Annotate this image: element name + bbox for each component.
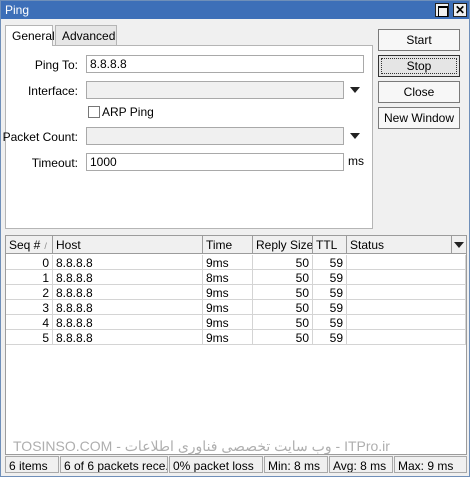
cell-host: 8.8.8.8 [53,285,203,300]
ping-window: Ping ✕ General Advanced Ping To: 8.8.8.8… [0,0,470,477]
stop-button-label: Stop [406,59,432,73]
watermark: TOSINSO.COM - وب سایت تخصصی فناوری اطلاع… [13,438,390,454]
cell-seq: 5 [6,330,53,345]
timeout-label: Timeout: [31,156,78,170]
cell-host: 8.8.8.8 [53,330,203,345]
table-row[interactable]: 0 8.8.8.8 9ms 50 59 [6,255,466,270]
interface-dropdown-icon[interactable] [350,87,360,93]
col-seq-header[interactable]: Seq # / [6,236,53,254]
cell-seq: 3 [6,300,53,315]
table-row[interactable]: 3 8.8.8.8 9ms 50 59 [6,300,466,315]
column-menu-icon[interactable] [452,236,466,254]
cell-reply-size: 50 [253,285,313,300]
status-items: 6 items [5,456,59,473]
cell-reply-size: 50 [253,300,313,315]
cell-ttl: 59 [313,255,347,270]
stop-button[interactable]: Stop [378,55,460,77]
close-button[interactable]: Close [378,81,460,103]
cell-status [347,330,466,345]
sort-indicator-icon: / [44,241,47,251]
cell-host: 8.8.8.8 [53,255,203,270]
cell-seq: 2 [6,285,53,300]
status-avg: Avg: 8 ms [329,456,393,473]
timeout-unit: ms [348,154,364,168]
status-max: Max: 9 ms [394,456,467,473]
col-reply-size-header[interactable]: Reply Size [253,236,313,254]
table-header: Seq # / Host Time Reply Size TTL Status [6,236,466,254]
cell-status [347,270,466,285]
cell-reply-size: 50 [253,330,313,345]
status-min: Min: 8 ms [264,456,328,473]
cell-seq: 1 [6,270,53,285]
arp-ping-checkbox[interactable] [88,106,100,118]
title-bar[interactable]: Ping ✕ [1,1,469,19]
close-icon[interactable]: ✕ [453,3,467,17]
packet-count-dropdown-icon[interactable] [350,133,360,139]
cell-ttl: 59 [313,330,347,345]
cell-time: 9ms [203,300,253,315]
col-time-header[interactable]: Time [203,236,253,254]
ping-to-input[interactable]: 8.8.8.8 [86,55,364,73]
packet-count-label: Packet Count: [2,130,78,144]
table-row[interactable]: 1 8.8.8.8 8ms 50 59 [6,270,466,285]
new-window-button[interactable]: New Window [378,107,460,129]
table-row[interactable]: 4 8.8.8.8 9ms 50 59 [6,315,466,330]
col-seq-label: Seq # [9,238,41,252]
col-ttl-header[interactable]: TTL [313,236,347,254]
cell-time: 9ms [203,285,253,300]
general-panel: Ping To: 8.8.8.8 Interface: ARP Ping Pac… [2,45,373,229]
status-loss: 0% packet loss [169,456,263,473]
window-title: Ping [5,3,30,17]
cell-status [347,300,466,315]
cell-host: 8.8.8.8 [53,270,203,285]
cell-ttl: 59 [313,285,347,300]
ping-to-label: Ping To: [34,58,78,72]
cell-time: 9ms [203,330,253,345]
tab-general[interactable]: General [5,25,55,46]
cell-reply-size: 50 [253,255,313,270]
arp-ping-label: ARP Ping [102,105,154,119]
cell-host: 8.8.8.8 [53,315,203,330]
cell-seq: 4 [6,315,53,330]
cell-reply-size: 50 [253,315,313,330]
cell-status [347,315,466,330]
interface-label: Interface: [27,84,78,98]
tab-advanced[interactable]: Advanced [55,25,117,45]
col-status-header[interactable]: Status [347,236,452,254]
cell-seq: 0 [6,255,53,270]
start-button[interactable]: Start [378,29,460,51]
cell-ttl: 59 [313,315,347,330]
cell-time: 9ms [203,255,253,270]
cell-ttl: 59 [313,300,347,315]
results-table[interactable]: Seq # / Host Time Reply Size TTL Status 0… [5,235,467,455]
cell-ttl: 59 [313,270,347,285]
timeout-input[interactable]: 1000 [86,153,344,171]
cell-status [347,255,466,270]
packet-count-select[interactable] [86,127,344,145]
cell-time: 9ms [203,315,253,330]
table-row[interactable]: 2 8.8.8.8 9ms 50 59 [6,285,466,300]
status-bar: 6 items 6 of 6 packets rece... 0% packet… [5,456,467,474]
interface-select[interactable] [86,81,344,99]
cell-time: 8ms [203,270,253,285]
cell-reply-size: 50 [253,270,313,285]
status-received: 6 of 6 packets rece... [60,456,168,473]
col-host-header[interactable]: Host [53,236,203,254]
table-row[interactable]: 5 8.8.8.8 9ms 50 59 [6,330,466,345]
maximize-icon[interactable] [435,3,449,17]
cell-host: 8.8.8.8 [53,300,203,315]
cell-status [347,285,466,300]
